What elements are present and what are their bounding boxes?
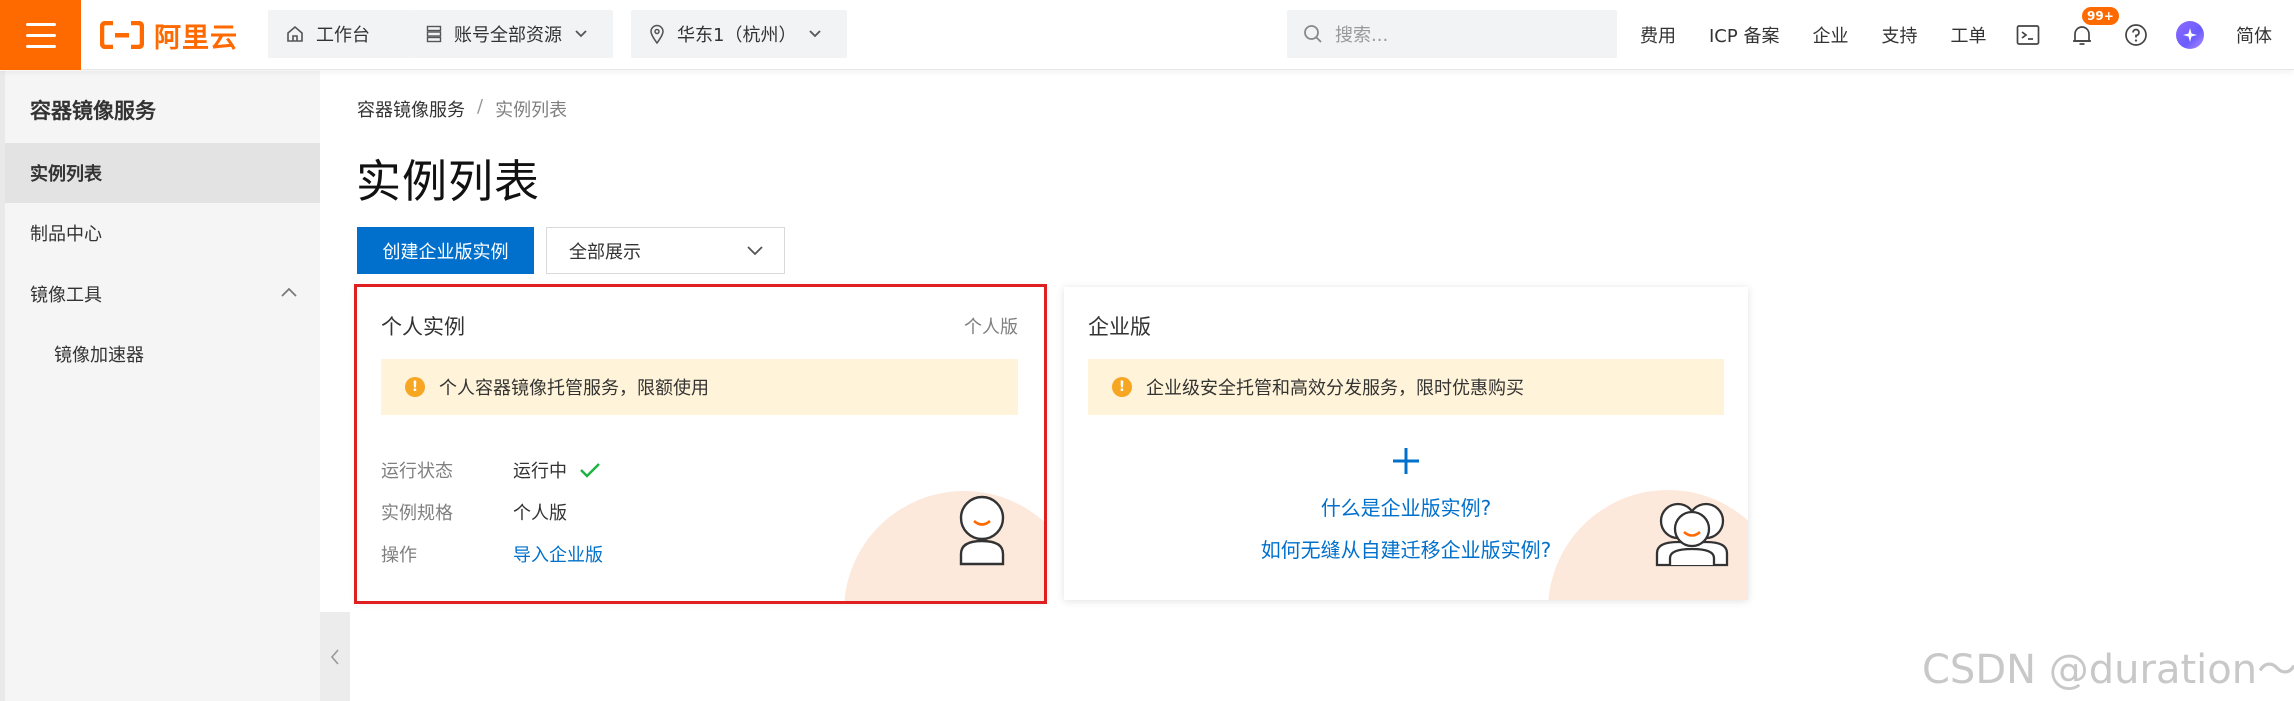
top-bar: 阿里云 工作台 账号全部资源 华东1（杭州） 搜索... 费用 ICP 备案 企… (0, 0, 2294, 70)
hamburger-menu-icon[interactable] (0, 0, 81, 70)
status-row: 运行状态 运行中 (381, 457, 601, 483)
action-key: 操作 (381, 545, 417, 566)
resources-label: 账号全部资源 (454, 25, 562, 46)
sidebar-collapse-handle[interactable] (320, 612, 350, 701)
aliyun-logo-icon (100, 21, 144, 49)
breadcrumb: 容器镜像服务 / 实例列表 (357, 96, 567, 122)
sidebar-item-label: 镜像工具 (30, 285, 102, 306)
breadcrumb-separator: / (477, 96, 484, 117)
sidebar-item-instance-list[interactable]: 实例列表 (5, 143, 320, 203)
aliyun-logo[interactable]: 阿里云 (100, 16, 238, 54)
link-ticket[interactable]: 工单 (1950, 22, 1986, 48)
location-pin-icon (650, 24, 664, 44)
warning-icon: ! (1112, 377, 1132, 397)
page-title: 实例列表 (356, 155, 541, 208)
notice-text: 企业级安全托管和高效分发服务，限时优惠购买 (1146, 378, 1524, 399)
logo-text: 阿里云 (154, 22, 238, 54)
person-illustration-icon (959, 495, 1005, 566)
edition-tag: 个人版 (964, 317, 1018, 338)
sidebar-item-image-tools[interactable]: 镜像工具 (5, 264, 320, 324)
action-row: 操作 导入企业版 (381, 541, 603, 567)
warning-icon: ! (405, 377, 425, 397)
notice-banner: ! 个人容器镜像托管服务，限额使用 (381, 359, 1018, 415)
terminal-icon[interactable] (2014, 21, 2042, 49)
home-icon (287, 25, 303, 42)
decorative-blob (844, 491, 1044, 601)
workbench-button[interactable]: 工作台 (268, 10, 409, 58)
search-icon (1304, 25, 1322, 43)
notice-text: 个人容器镜像托管服务，限额使用 (439, 378, 709, 399)
top-links: 费用 ICP 备案 企业 支持 工单 (1640, 0, 2019, 70)
chevron-down-icon (747, 245, 763, 255)
filter-select[interactable]: 全部展示 (546, 227, 785, 274)
add-enterprise-instance-button[interactable] (1064, 445, 1748, 485)
watermark: CSDN @duration～ (1922, 647, 2294, 693)
search-input[interactable]: 搜索... (1287, 10, 1617, 58)
card-title: 个人实例 (381, 315, 465, 339)
resources-dropdown[interactable]: 账号全部资源 (408, 10, 613, 58)
spec-value: 个人版 (513, 503, 567, 524)
region-dropdown[interactable]: 华东1（杭州） (631, 10, 847, 58)
server-icon (426, 25, 442, 43)
top-icons: 99+ (2014, 0, 2204, 70)
link-enterprise[interactable]: 企业 (1812, 22, 1848, 48)
enterprise-card: 企业版 ! 企业级安全托管和高效分发服务，限时优惠购买 什么是企业版实例? 如何… (1064, 287, 1748, 600)
sidebar-item-artifact-center[interactable]: 制品中心 (5, 203, 320, 263)
notification-badge: 99+ (2082, 7, 2119, 25)
help-icon[interactable] (2122, 21, 2150, 49)
region-label: 华东1（杭州） (677, 25, 797, 46)
status-key: 运行状态 (381, 461, 453, 482)
personal-instance-card[interactable]: 个人实例 个人版 ! 个人容器镜像托管服务，限额使用 运行状态 运行中 实例规格… (354, 284, 1047, 604)
breadcrumb-current: 实例列表 (495, 100, 568, 121)
notice-banner: ! 企业级安全托管和高效分发服务，限时优惠购买 (1088, 359, 1724, 415)
link-icp[interactable]: ICP 备案 (1709, 22, 1779, 48)
sidebar-title: 容器镜像服务 (30, 99, 156, 123)
language-switch[interactable]: 简体 (2236, 0, 2272, 70)
sidebar: 容器镜像服务 实例列表 制品中心 镜像工具 镜像加速器 (0, 71, 320, 701)
check-icon (580, 463, 600, 478)
what-is-enterprise-link[interactable]: 什么是企业版实例? (1321, 496, 1492, 520)
chevron-left-icon (330, 648, 339, 665)
bell-icon[interactable]: 99+ (2068, 7, 2119, 49)
chevron-down-icon (575, 30, 587, 38)
plus-icon (1393, 448, 1419, 474)
sidebar-item-image-accelerator[interactable]: 镜像加速器 (5, 324, 320, 384)
chevron-down-icon (809, 30, 822, 38)
status-value: 运行中 (513, 457, 601, 483)
spec-key: 实例规格 (381, 503, 453, 524)
status-text: 运行中 (513, 461, 567, 482)
import-enterprise-link[interactable]: 导入企业版 (513, 541, 603, 567)
migrate-enterprise-link[interactable]: 如何无缝从自建迁移企业版实例? (1261, 538, 1552, 562)
workbench-label: 工作台 (316, 25, 370, 46)
search-placeholder: 搜索... (1335, 25, 1389, 46)
card-title: 企业版 (1088, 315, 1151, 339)
group-illustration-icon (1655, 502, 1729, 567)
chevron-up-icon (281, 287, 297, 297)
create-enterprise-instance-button[interactable]: 创建企业版实例 (357, 227, 534, 274)
user-avatar-icon[interactable] (2176, 21, 2204, 49)
spec-row: 实例规格 个人版 (381, 499, 567, 525)
link-billing[interactable]: 费用 (1640, 22, 1676, 48)
filter-select-value: 全部展示 (569, 241, 641, 263)
breadcrumb-item[interactable]: 容器镜像服务 (357, 96, 465, 122)
link-support[interactable]: 支持 (1881, 22, 1917, 48)
